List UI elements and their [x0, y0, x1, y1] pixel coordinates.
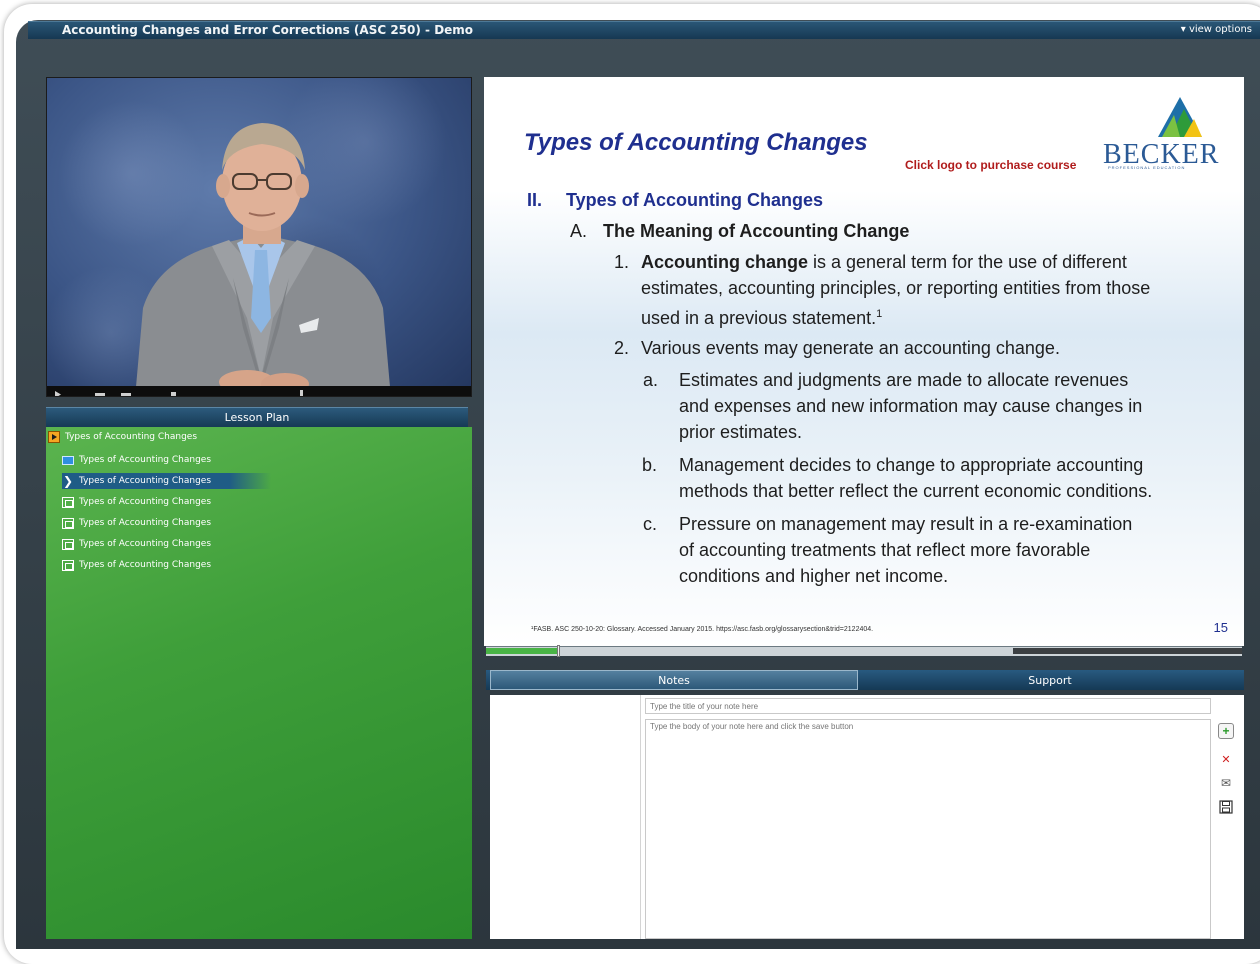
- item-c-line-3: conditions and higher net income.: [679, 566, 949, 586]
- slide-view: Types of Accounting Changes Click logo t…: [484, 77, 1244, 646]
- point-2-text: Various events may generate an accountin…: [641, 338, 1060, 358]
- video-icon: [62, 455, 74, 465]
- page-icon: [62, 538, 74, 550]
- email-note-icon[interactable]: ✉: [1218, 775, 1234, 791]
- purchase-prompt: Click logo to purchase course: [905, 158, 1077, 172]
- add-note-icon[interactable]: +: [1218, 723, 1234, 739]
- progress-remaining: [1012, 648, 1242, 654]
- tab-notes[interactable]: Notes: [490, 670, 858, 690]
- point-number: 1.: [614, 252, 630, 272]
- lesson-item-label: Types of Accounting Changes: [79, 497, 212, 507]
- item-a-line-2: and expenses and new information may cau…: [679, 396, 1143, 416]
- point-number: 2.: [614, 338, 630, 358]
- lesson-item[interactable]: Types of Accounting Changes: [62, 515, 211, 531]
- note-title-input[interactable]: [645, 698, 1211, 714]
- page-icon: [62, 559, 74, 571]
- title-bar: Accounting Changes and Error Corrections…: [28, 21, 1260, 39]
- rewind-icon: [95, 393, 105, 396]
- notes-tab-bar: Notes Support: [486, 670, 1244, 690]
- section-title: Types of Accounting Changes: [566, 190, 824, 210]
- section-number: II.: [527, 190, 543, 210]
- delete-note-icon[interactable]: ✕: [1218, 751, 1234, 767]
- forward-icon: [121, 393, 131, 396]
- save-note-icon[interactable]: [1218, 799, 1234, 815]
- page-icon: [62, 517, 74, 529]
- point-1-line-3-text: used in a previous statement.: [641, 308, 877, 328]
- lesson-plan-panel: Types of Accounting Changes Types of Acc…: [46, 427, 472, 939]
- note-body-input[interactable]: [645, 719, 1211, 939]
- becker-logo[interactable]: BECKER PROFESSIONAL EDUCATION: [1100, 93, 1230, 170]
- lesson-item-label: Types of Accounting Changes: [79, 455, 212, 465]
- progress-fill: [486, 648, 558, 654]
- point-1-line-1: Accounting change is a general term for …: [641, 250, 1127, 275]
- item-letter: b.: [642, 455, 658, 475]
- page-icon: [62, 496, 74, 508]
- point-1-line-3: used in a previous statement.1: [641, 302, 882, 331]
- slide-page-number: 15: [1213, 620, 1228, 635]
- lesson-item[interactable]: Types of Accounting Changes: [62, 452, 211, 468]
- lesson-plan-title: Lesson Plan: [224, 411, 290, 424]
- tab-support[interactable]: Support: [858, 670, 1242, 690]
- item-a-line-1: Estimates and judgments are made to allo…: [679, 370, 1129, 390]
- item-letter: a.: [643, 370, 659, 390]
- item-c-line-1: Pressure on management may result in a r…: [679, 514, 1133, 534]
- lesson-plan-header: Lesson Plan: [46, 407, 468, 427]
- lesson-item-label: Types of Accounting Changes: [65, 432, 198, 442]
- point-1-line-2: estimates, accounting principles, or rep…: [641, 278, 1151, 298]
- notes-list[interactable]: [490, 695, 641, 939]
- lesson-item[interactable]: Types of Accounting Changes: [62, 494, 211, 510]
- folder-play-icon: [48, 431, 60, 443]
- notes-panel: + ✕ ✉: [490, 695, 1244, 939]
- becker-logo-icon: [1158, 97, 1202, 137]
- lesson-item[interactable]: Types of Accounting Changes: [62, 536, 211, 552]
- lesson-item-label: Types of Accounting Changes: [79, 476, 212, 486]
- footnote-marker: 1: [876, 308, 883, 320]
- video-player[interactable]: [46, 77, 472, 397]
- course-title: Accounting Changes and Error Corrections…: [62, 23, 474, 37]
- lesson-item-current[interactable]: ❯ Types of Accounting Changes: [62, 473, 272, 489]
- item-a-line-3: prior estimates.: [679, 422, 803, 442]
- item-c-line-2: of accounting treatments that reflect mo…: [679, 540, 1091, 560]
- volume-icon: [171, 392, 176, 396]
- subsection-letter: A.: [570, 221, 588, 241]
- slide-footnote: ¹FASB. ASC 250-10-20: Glossary. Accessed…: [531, 626, 874, 633]
- item-letter: c.: [643, 514, 658, 534]
- lesson-item[interactable]: Types of Accounting Changes: [62, 557, 211, 573]
- presenter-video-frame: [47, 123, 471, 396]
- point-1-text: is a general term for the use of differe…: [808, 252, 1127, 272]
- play-icon: [55, 391, 61, 396]
- view-options-button[interactable]: ▾ view options: [1181, 24, 1252, 35]
- control-icons: [55, 390, 303, 396]
- term-bold: Accounting change: [641, 252, 809, 272]
- current-arrow-icon: ❯: [62, 474, 74, 488]
- subsection-title: The Meaning of Accounting Change: [603, 221, 910, 241]
- video-controls[interactable]: [47, 386, 471, 396]
- lesson-item-label: Types of Accounting Changes: [79, 539, 212, 549]
- becker-logo-subtext: PROFESSIONAL EDUCATION: [1108, 165, 1186, 170]
- item-b-line-2: methods that better reflect the current …: [679, 481, 1153, 501]
- item-b-line-1: Management decides to change to appropri…: [679, 455, 1144, 475]
- lesson-item-label: Types of Accounting Changes: [79, 560, 212, 570]
- slide-progress-bar[interactable]: [486, 645, 1242, 657]
- lesson-item[interactable]: Types of Accounting Changes: [48, 429, 197, 445]
- volume-knob: [300, 390, 303, 396]
- progress-scrubber[interactable]: [557, 645, 561, 657]
- lesson-item-label: Types of Accounting Changes: [79, 518, 212, 528]
- slide-heading: Types of Accounting Changes: [524, 129, 868, 156]
